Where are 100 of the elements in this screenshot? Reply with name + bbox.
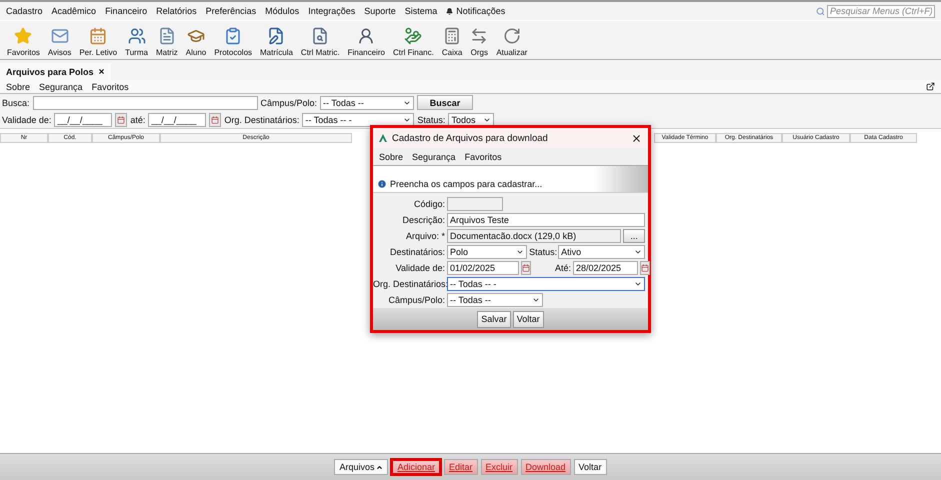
code-field[interactable] [447, 197, 503, 211]
menu-item[interactable]: Financeiro [105, 6, 148, 16]
caret-icon [532, 296, 540, 304]
field-label: Validade de: [2, 114, 52, 124]
menu-item[interactable]: Preferências [206, 6, 256, 16]
field-label: Até: [554, 263, 571, 273]
toolbar-button[interactable]: Protocolos [211, 27, 256, 57]
toolbar-button[interactable]: Turma [122, 27, 151, 57]
calendar-button[interactable] [115, 112, 128, 126]
calendar-icon [641, 264, 649, 272]
menu-item[interactable]: Sobre [379, 152, 404, 162]
calendar-button[interactable] [521, 261, 531, 275]
description-field[interactable]: Arquivos Teste [447, 213, 645, 227]
popout-icon[interactable] [926, 82, 935, 91]
calendar-button[interactable] [640, 261, 650, 275]
info-message: Preencha os campos para cadastrar... [390, 179, 542, 189]
campus-select[interactable]: -- Todas -- [447, 293, 543, 307]
menu-item[interactable]: Suporte [364, 6, 396, 16]
caret-icon [634, 248, 642, 256]
field-label: Status: [529, 247, 556, 257]
menu-item[interactable]: Acadêmico [52, 6, 96, 16]
toolbar-button[interactable]: Per. Letivo [76, 27, 120, 57]
field-label: Código: [412, 199, 445, 209]
envelope-icon [50, 27, 69, 45]
arrows-icon [470, 27, 488, 45]
menu-item[interactable]: Sistema [404, 6, 438, 16]
search-button[interactable]: Buscar [417, 95, 474, 110]
recipients-select[interactable]: Polo [447, 245, 528, 259]
search-field[interactable] [32, 96, 258, 110]
calendar-icon [89, 27, 108, 45]
field-label: Câmpus/Polo: [260, 98, 318, 108]
notifications-menu[interactable]: Notificações [446, 6, 506, 16]
field-label: Busca: [2, 98, 30, 108]
register-icon [443, 27, 462, 45]
toolbar-button[interactable]: Aluno [182, 27, 210, 57]
field-label: Arquivo: * [404, 231, 445, 241]
dialog-button[interactable]: Voltar [512, 310, 544, 328]
calendar-icon [522, 264, 530, 272]
menu-item[interactable]: Favoritos [464, 152, 502, 162]
clipboard-icon [224, 27, 242, 45]
calendar-icon [117, 116, 126, 124]
toolbar-button[interactable]: Matrícula [257, 27, 296, 57]
dialog-title: Cadastro de Arquivos para download [392, 132, 548, 144]
toolbar-button[interactable]: Ctrl Matric. [298, 27, 343, 57]
person-icon [357, 27, 376, 45]
menu-item[interactable]: Segurança [412, 152, 456, 162]
document-icon [158, 27, 176, 45]
browse-button[interactable]: ... [623, 229, 645, 243]
toolbar-button[interactable]: Favoritos [4, 27, 43, 57]
status-select[interactable]: Todos [448, 112, 494, 126]
menu-search-field[interactable]: Pesquisar Menus (Ctrl+F) [827, 4, 935, 18]
tab[interactable]: Arquivos para Polos [0, 63, 111, 80]
refresh-icon [502, 27, 521, 45]
menu-item[interactable]: Integrações [308, 6, 356, 16]
logo-icon [379, 134, 387, 142]
menu-item[interactable]: Favoritos [92, 82, 129, 92]
close-icon[interactable] [98, 68, 105, 75]
hand-coin-icon [404, 27, 422, 45]
group-icon [128, 27, 146, 45]
field-label: Câmpus/Polo: [387, 295, 445, 305]
action-button[interactable]: Voltar [574, 459, 607, 475]
menu-item[interactable]: Módulos [265, 6, 300, 16]
bell-icon [446, 8, 454, 14]
field-label: Org. Destinatários: [373, 279, 445, 289]
menu-item[interactable]: Sobre [6, 82, 30, 92]
date-field[interactable]: 01/02/2025 [447, 261, 519, 275]
toolbar-button[interactable]: Financeiro [344, 27, 388, 57]
toolbar-button[interactable]: Caixa [438, 27, 466, 57]
action-button[interactable]: Arquivos [334, 459, 388, 475]
toolbar-button[interactable]: Atualizar [493, 27, 530, 57]
org-select[interactable]: -- Todas -- - [302, 112, 414, 126]
field-label: até: [130, 114, 146, 124]
graduate-icon [186, 27, 205, 45]
menu-item[interactable]: Relatórios [156, 6, 197, 16]
dialog-button[interactable]: Salvar [477, 310, 511, 328]
date-field[interactable]: __/__/____ [148, 112, 206, 126]
date-field[interactable]: 28/02/2025 [573, 261, 638, 275]
org-select[interactable]: -- Todas -- - [447, 277, 645, 291]
toolbar-button[interactable]: Orgs [467, 27, 492, 57]
file-field[interactable]: Documentacão.docx (129,0 kB) [447, 229, 622, 243]
field-label: Destinatários: [388, 247, 445, 257]
toolbar-button[interactable]: Avisos [44, 27, 74, 57]
document-search-icon [311, 27, 330, 45]
field-label: Descrição: [401, 215, 445, 225]
menu-item[interactable]: Cadastro [6, 6, 43, 16]
star-icon [14, 27, 32, 45]
campus-select[interactable]: -- Todas -- [320, 96, 414, 110]
info-icon [377, 179, 387, 189]
date-field[interactable]: __/__/____ [54, 112, 112, 126]
calendar-icon [211, 116, 220, 124]
menu-item[interactable]: Segurança [39, 82, 83, 92]
toolbar-button[interactable]: Matriz [152, 27, 181, 57]
document-pen-icon [267, 27, 286, 45]
close-icon[interactable] [631, 132, 642, 144]
calendar-button[interactable] [209, 112, 222, 126]
status-select[interactable]: Ativo [558, 245, 645, 259]
caret-icon [634, 280, 642, 288]
caret-icon [376, 464, 384, 470]
search-icon [816, 6, 825, 16]
toolbar-button[interactable]: Ctrl Financ. [390, 27, 437, 57]
